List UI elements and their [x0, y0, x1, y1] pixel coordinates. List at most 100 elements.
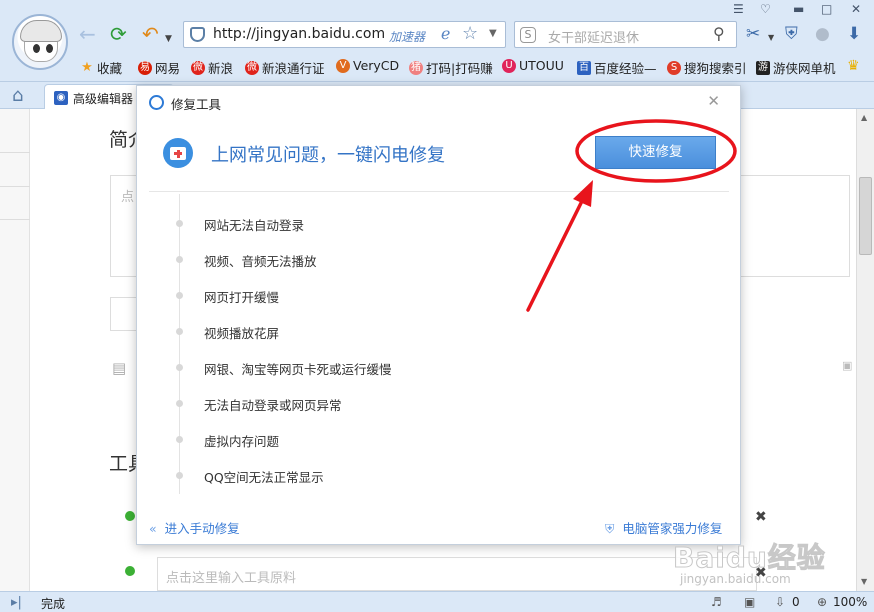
baidu-watermark-url: jingyan.baidu.com: [680, 572, 791, 586]
bullet-icon: [176, 472, 183, 479]
bullet-icon: [176, 436, 183, 443]
weibo-icon: 微: [191, 60, 205, 75]
manual-repair-link[interactable]: « 进入手动修复: [149, 518, 240, 537]
maximize-icon[interactable]: □: [821, 2, 832, 16]
pc-manager-repair-link[interactable]: ⛨ 电脑管家强力修复: [605, 518, 722, 537]
vertical-scrollbar[interactable]: ▲ ▼: [856, 109, 874, 591]
issue-timeline: [179, 194, 180, 494]
bullet-icon: [176, 328, 183, 335]
download-count: 0: [792, 595, 800, 609]
issue-item: 视频、音频无法播放: [137, 249, 697, 269]
scissors-icon[interactable]: ✂: [746, 24, 760, 44]
favorite-star-icon[interactable]: ☆: [462, 23, 478, 44]
double-chevron-left-icon: «: [149, 521, 157, 536]
shield-icon: ⛨: [605, 521, 615, 536]
issue-item: 虚拟内存问题: [137, 429, 697, 449]
issue-item: 网页打开缓慢: [137, 285, 697, 305]
status-text: 完成: [41, 597, 66, 611]
address-bar[interactable]: http://jingyan.baidu.com 加速器 ℯ ☆ ▼: [183, 21, 506, 48]
home-icon[interactable]: ⌂: [12, 85, 23, 106]
url-text[interactable]: http://jingyan.baidu.com: [213, 26, 385, 42]
side-icon: ▣: [842, 359, 853, 372]
dialog-headline: 上网常见问题，一键闪电修复: [211, 145, 445, 166]
bookmark-item[interactable]: V VeryCD: [336, 58, 399, 73]
trophy-icon[interactable]: ♛: [847, 58, 860, 74]
pig-icon: 猪: [409, 60, 423, 75]
first-aid-kit-icon: [163, 138, 193, 168]
bookmark-item[interactable]: 微新浪: [191, 58, 233, 77]
bookmark-item[interactable]: ★ 收藏: [80, 58, 122, 77]
zoom-level[interactable]: 100%: [833, 595, 867, 609]
zoom-icon[interactable]: ⊕: [817, 595, 827, 609]
search-placeholder[interactable]: 女干部延迟退休: [548, 27, 639, 46]
quick-fix-button[interactable]: 快速修复: [595, 136, 716, 169]
download-count-icon[interactable]: ⇩: [775, 595, 785, 609]
baidu-watermark: Baidu经验: [673, 541, 826, 575]
security-shield-icon: [190, 27, 205, 42]
dialog-title: 修复工具: [171, 97, 222, 112]
bullet-icon: [176, 400, 183, 407]
issue-item: QQ空间无法正常显示: [137, 465, 697, 485]
search-box[interactable]: S 女干部延迟退休 ⚲: [514, 21, 737, 48]
search-icon[interactable]: ⚲: [713, 24, 725, 43]
sidebar-toggle-icon[interactable]: ▸|: [11, 595, 22, 610]
address-dropdown-icon[interactable]: ▼: [489, 28, 497, 39]
tools-dropdown-icon[interactable]: ▼: [768, 28, 774, 48]
ie-mode-icon[interactable]: ℯ: [441, 24, 450, 43]
bookmark-item[interactable]: 游游侠网单机: [756, 58, 836, 77]
left-rail: [0, 109, 30, 591]
baidu-paw-icon: ◉: [54, 91, 68, 105]
bookmarks-bar: ★ 收藏 易网易 微新浪 微新浪通行证 V VeryCD 猪打码|打码赚 U UTOU…: [0, 54, 874, 80]
download-icon[interactable]: ⬇: [847, 24, 861, 44]
bookmark-item[interactable]: 易网易: [138, 58, 180, 77]
browser-toolbar: ← ⟳ ↶ ▼ http://jingyan.baidu.com 加速器 ℯ ☆…: [0, 0, 874, 82]
accelerator-label[interactable]: 加速器: [389, 28, 425, 45]
issue-item: 网站无法自动登录: [137, 213, 697, 233]
skin-shirt-icon[interactable]: ♡: [760, 2, 771, 16]
divider: [149, 191, 729, 192]
search-engine-icon[interactable]: S: [520, 27, 536, 43]
image-icon[interactable]: ▤: [112, 359, 126, 377]
speaker-icon[interactable]: ♬: [711, 595, 722, 609]
more-menu-icon[interactable]: ●: [815, 24, 830, 44]
repair-tool-dialog: 修复工具 ✕ 上网常见问题，一键闪电修复 快速修复 网站无法自动登录 视频、音频…: [136, 85, 741, 545]
back-arrow-icon[interactable]: ←: [79, 22, 96, 46]
bookmark-item[interactable]: 百百度经验—: [577, 58, 657, 77]
guard-shield-icon[interactable]: ⛨: [785, 24, 798, 44]
weibo-icon: 微: [245, 60, 259, 75]
minimize-icon[interactable]: ▬: [793, 2, 804, 16]
issue-item: 网银、淘宝等网页卡死或运行缓慢: [137, 357, 697, 377]
verycd-icon: V: [336, 58, 350, 73]
baidu-paw-icon: 百: [577, 60, 591, 75]
bullet-icon: [176, 220, 183, 227]
bookmark-item[interactable]: U UTOUU: [502, 58, 564, 73]
close-window-icon[interactable]: ✕: [851, 2, 861, 16]
sogou-icon: S: [667, 60, 681, 75]
issue-item: 视频播放花屏: [137, 321, 697, 341]
issue-item: 无法自动登录或网页异常: [137, 393, 697, 413]
scroll-down-icon[interactable]: ▼: [861, 577, 867, 586]
youxia-icon: 游: [756, 60, 770, 75]
status-bar: ▸| 完成 ♬ ▣ ⇩ 0 ⊕ 100%: [0, 591, 874, 612]
bookmark-item[interactable]: 猪打码|打码赚: [409, 58, 493, 77]
bookmark-item[interactable]: 微新浪通行证: [245, 58, 325, 77]
utouu-icon: U: [502, 58, 516, 73]
green-dot-icon: [125, 511, 135, 521]
bullet-icon: [176, 256, 183, 263]
netease-icon: 易: [138, 60, 152, 75]
refresh-icon[interactable]: ⟳: [110, 22, 127, 46]
star-icon: ★: [81, 59, 93, 75]
undo-icon[interactable]: ↶: [142, 22, 159, 46]
undo-dropdown-icon[interactable]: ▼: [165, 27, 172, 51]
tool-input[interactable]: 点击这里输入工具原料: [157, 557, 757, 591]
menu-icon[interactable]: ☰: [733, 2, 744, 16]
close-icon[interactable]: ✕: [707, 92, 720, 110]
scrollbar-thumb[interactable]: [859, 177, 872, 255]
green-dot-icon: [125, 566, 135, 576]
repair-logo-icon: [149, 95, 164, 110]
bullet-icon: [176, 292, 183, 299]
bookmark-item[interactable]: S 搜狗搜索引: [667, 58, 747, 77]
remove-icon[interactable]: ✖: [755, 509, 767, 525]
briefcase-icon[interactable]: ▣: [744, 595, 755, 609]
scroll-up-icon[interactable]: ▲: [861, 113, 867, 122]
